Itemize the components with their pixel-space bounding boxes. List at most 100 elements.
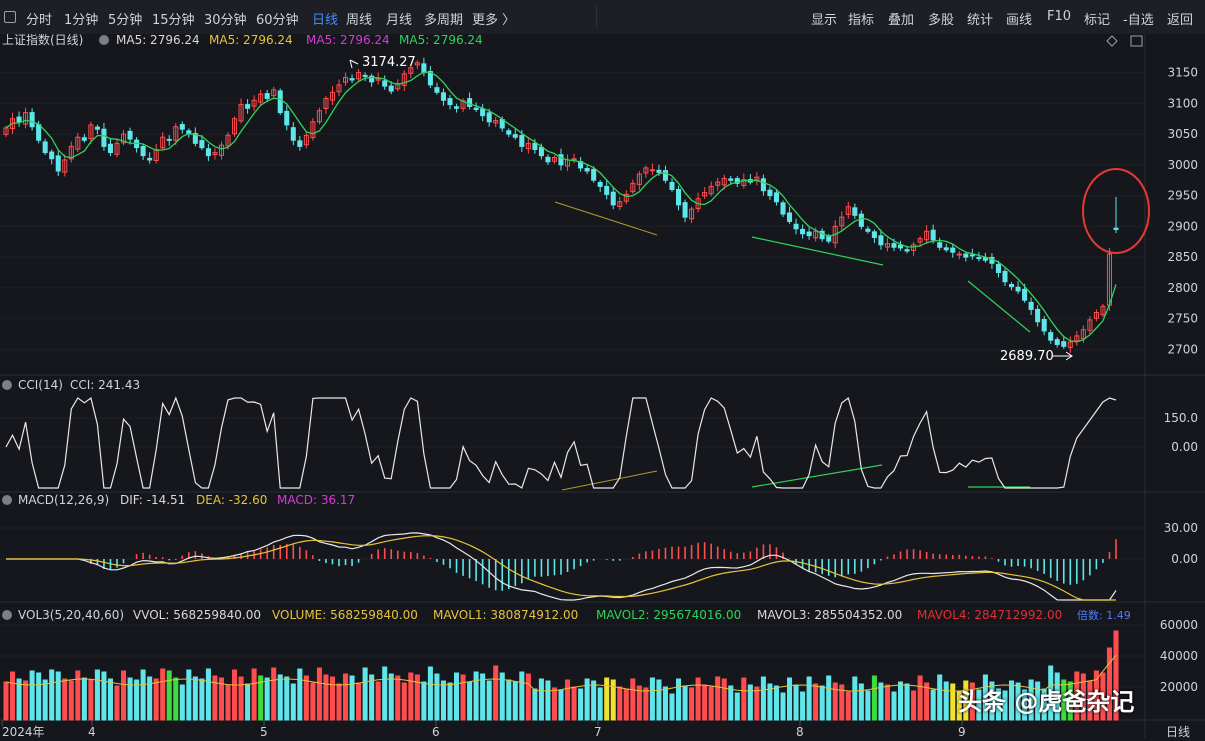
candle-body (421, 63, 427, 74)
candle-body (904, 249, 910, 252)
volume-bar (101, 671, 107, 721)
price-tick: 2850 (1167, 250, 1198, 264)
volume-bar (140, 669, 146, 721)
candle-body (49, 151, 55, 160)
volume-bar (891, 691, 897, 721)
cci-value: CCI: 241.43 (70, 378, 140, 392)
vol-tick: 60000 (1160, 618, 1198, 632)
volume-bar (42, 679, 48, 721)
candle-body (545, 156, 551, 163)
volume-bar (55, 671, 61, 721)
toolbar-item-3[interactable]: 15分钟 (152, 9, 195, 28)
toolbar-action-9[interactable]: 返回 (1167, 9, 1193, 28)
toolbar-item-10[interactable]: 更多 〉 (472, 9, 515, 28)
toolbar-item-9[interactable]: 多周期 (424, 9, 463, 28)
candle-body (349, 78, 355, 81)
volume-bar (558, 689, 564, 721)
candle-body (447, 98, 453, 106)
xaxis-label: 5 (260, 725, 268, 738)
candle-body (1054, 339, 1060, 345)
toolbar-action-2[interactable]: 叠加 (888, 9, 914, 28)
volume-bar (747, 684, 753, 721)
candle-body (591, 168, 597, 181)
price-tick: 3000 (1167, 158, 1198, 172)
candle-body (656, 169, 662, 173)
volume-bar (787, 677, 793, 721)
panel-toggle-icon[interactable] (4, 11, 16, 23)
candle-body (454, 106, 460, 109)
toolbar-item-0[interactable]: 分时 (26, 9, 52, 28)
volume-bar (754, 686, 760, 721)
candle-body (878, 235, 884, 246)
ma-label: MA5: 2796.24 (399, 34, 483, 47)
volume-bar (107, 678, 113, 721)
volume-bar (617, 686, 623, 721)
candle-body (94, 126, 100, 130)
candle-body (597, 181, 603, 187)
volume-bar (852, 676, 858, 721)
price-tick: 3150 (1167, 66, 1198, 80)
volume-bar (29, 670, 35, 721)
candle-body (440, 92, 446, 101)
toolbar-item-7[interactable]: 周线 (346, 9, 372, 28)
volume-bar (297, 668, 303, 721)
volume-bar (199, 678, 205, 721)
toolbar-item-8[interactable]: 月线 (386, 9, 412, 28)
volume-bar (656, 679, 662, 721)
volume-bar (153, 678, 159, 721)
toolbar-item-6[interactable]: 日线 (312, 9, 338, 28)
vol-label: MAVOL3: 285504352.00 (757, 608, 902, 622)
toolbar-item-4[interactable]: 30分钟 (204, 9, 247, 28)
volume-bar (826, 675, 832, 721)
volume-bar (323, 674, 329, 721)
volume-bar (721, 678, 727, 721)
volume-bar (519, 671, 525, 721)
volume-bar (708, 686, 714, 721)
settings-icon[interactable] (99, 35, 109, 45)
toolbar-action-0[interactable]: 显示 (811, 9, 837, 28)
toolbar-action-3[interactable]: 多股 (928, 9, 954, 28)
candle-body (891, 243, 897, 248)
volume-bar (94, 669, 100, 721)
volume-bar (238, 676, 244, 721)
stock-chart[interactable]: 3150 3100 3050 3000 2950 2900 2850 2800 2750 2700… (0, 32, 1205, 739)
toolbar-item-5[interactable]: 60分钟 (256, 9, 299, 28)
toolbar-action-7[interactable]: 标记 (1084, 9, 1110, 28)
volume-bar (734, 692, 740, 721)
volume-bar (232, 669, 238, 721)
volume-bar (375, 681, 381, 721)
volume-bar (950, 683, 956, 721)
candle-body (42, 141, 48, 154)
macd-settings-icon[interactable] (2, 495, 12, 505)
volume-bar (473, 671, 479, 721)
volume-bar (669, 693, 675, 721)
toolbar-action-1[interactable]: 指标 (848, 9, 874, 28)
volume-bar (81, 677, 87, 721)
volume-bar (179, 684, 185, 721)
candle-body (297, 140, 303, 147)
toolbar-item-2[interactable]: 5分钟 (108, 9, 142, 28)
volume-bar (689, 687, 695, 721)
candle-body (1113, 227, 1119, 230)
candle-body (963, 253, 969, 258)
volume-bar (192, 676, 198, 721)
volume-bar (545, 680, 551, 721)
toolbar-item-1[interactable]: 1分钟 (64, 9, 98, 28)
vol-settings-icon[interactable] (2, 610, 12, 620)
volume-bar (62, 678, 68, 721)
vol-tick: 40000 (1160, 649, 1198, 663)
toolbar-action-6[interactable]: F10 (1047, 9, 1071, 24)
cci-title: CCI(14) (18, 378, 63, 392)
toolbar-action-4[interactable]: 统计 (967, 9, 993, 28)
candle-body (787, 212, 793, 222)
candle-body (480, 108, 486, 117)
candle-body (969, 254, 975, 257)
volume-bar (597, 687, 603, 721)
volume-bar (943, 681, 949, 721)
volume-bar (336, 683, 342, 721)
candle-body (512, 134, 518, 138)
toolbar-action-8[interactable]: -自选 (1123, 9, 1154, 28)
candle-body (728, 178, 734, 181)
cci-settings-icon[interactable] (2, 380, 12, 390)
toolbar-action-5[interactable]: 画线 (1006, 9, 1032, 28)
